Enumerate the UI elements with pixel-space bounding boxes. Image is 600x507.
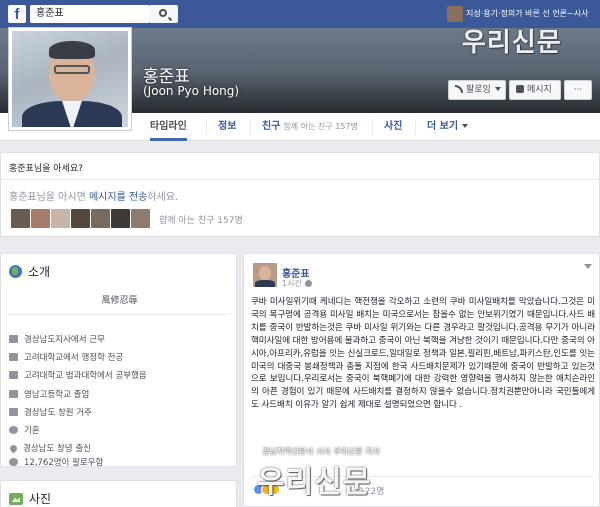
intro-item-high-school[interactable]: 영남고등학교 졸업 xyxy=(9,388,89,400)
know-text-prefix: 홍준표님을 아시면 xyxy=(9,192,89,203)
intro-item-lives-in[interactable]: 경상남도 창원 거주 xyxy=(9,406,92,418)
chevron-down-icon xyxy=(462,124,469,128)
profile-alternate-name: (Joon Pyo Hong) xyxy=(143,84,240,98)
home-icon xyxy=(9,408,18,416)
message-button[interactable]: 메시지 xyxy=(509,80,561,100)
public-globe-icon xyxy=(304,280,312,287)
intro-item-label: 경상남도지사에서 근무 xyxy=(24,335,105,345)
post-time: 1시간 xyxy=(282,279,302,288)
chevron-down-icon xyxy=(494,87,501,91)
location-pin-icon xyxy=(8,443,19,454)
intro-item-label: 고려대학교에서 행정학 전공 xyxy=(24,353,124,363)
intro-item-label: 고려대학교 법과대학에서 공부했음 xyxy=(24,371,147,381)
photo-icon xyxy=(9,493,23,505)
graduation-cap-icon xyxy=(9,390,18,398)
mutual-friend-avatar[interactable] xyxy=(31,209,50,228)
intro-item-label: 12,762명이 팔로우함 xyxy=(24,458,104,468)
avatar[interactable] xyxy=(253,263,277,287)
mutual-friend-avatar[interactable] xyxy=(51,209,70,228)
post-timestamp[interactable]: 1시간 xyxy=(282,278,312,289)
tab-about[interactable]: 정보 xyxy=(218,113,236,141)
intro-item-education[interactable]: 고려대학교에서 행정학 전공 xyxy=(9,351,123,363)
intro-item-label: 기혼 xyxy=(24,426,40,436)
tab-timeline[interactable]: 타임라인 xyxy=(150,113,187,141)
facebook-logo-icon[interactable]: f xyxy=(8,5,26,23)
intro-item-work[interactable]: 경상남도지사에서 근무 xyxy=(9,333,105,345)
graduation-cap-icon xyxy=(9,353,18,361)
mutual-friends-count: 함께 아는 친구 157명 xyxy=(283,122,358,131)
watermark-caption: 지성·용기·정의가 바른 선 언론~시사 xyxy=(466,9,589,18)
message-button-label: 메시지 xyxy=(527,85,552,95)
following-button[interactable]: 팔로잉 xyxy=(448,80,506,100)
tab-photos[interactable]: 사진 xyxy=(384,113,402,141)
mutual-friends-link[interactable]: 함께 아는 친구 157명 xyxy=(159,213,243,226)
tab-label: 정보 xyxy=(218,121,237,132)
post-text: 쿠바 미사일위기때 케네디는 핵전쟁을 각오하고 소련의 쿠바 미사일배치를 막… xyxy=(251,297,595,411)
globe-icon xyxy=(9,265,22,278)
mutual-friend-avatar[interactable] xyxy=(131,209,150,228)
send-message-link[interactable]: 메시지를 전송 xyxy=(89,192,147,203)
intro-card: 소개 風修忍辱 경상남도지사에서 근무 고려대학교에서 행정학 전공 고려대학교… xyxy=(0,253,237,468)
search-input[interactable]: 홍준표 xyxy=(30,5,150,23)
profile-picture[interactable] xyxy=(8,27,132,131)
watermark-logo: 우리신문 xyxy=(462,28,562,58)
post-options-chevron-icon[interactable] xyxy=(584,264,592,269)
intro-title: 소개 xyxy=(28,265,51,279)
know-text-suffix: 하세요. xyxy=(147,192,179,203)
tab-friends[interactable]: 친구 함께 아는 친구 157명 xyxy=(262,113,358,141)
do-you-know-card: 홍준표님을 아세요? 홍준표님을 아시면 메시지를 전송하세요. 함께 아는 친… xyxy=(0,152,600,237)
more-options-button[interactable]: ··· xyxy=(564,80,592,100)
heart-icon xyxy=(9,426,18,434)
intro-item-relationship: 기혼 xyxy=(9,424,40,436)
search-icon xyxy=(159,9,167,17)
mutual-friend-avatar[interactable] xyxy=(91,209,110,228)
search-button[interactable] xyxy=(150,5,178,23)
photos-heading[interactable]: 사진 xyxy=(9,490,51,507)
tab-label: 타임라인 xyxy=(150,121,187,132)
photos-title: 사진 xyxy=(29,492,52,506)
intro-item-hometown[interactable]: 경상남도 창녕 출신 xyxy=(8,442,91,454)
do-you-know-title: 홍준표님을 아세요? xyxy=(9,164,83,174)
do-you-know-text: 홍준표님을 아시면 메시지를 전송하세요. xyxy=(9,188,178,203)
followers-icon xyxy=(9,458,18,466)
tab-label: 사진 xyxy=(384,121,403,132)
graduation-cap-icon xyxy=(9,371,18,379)
mutual-friend-avatar[interactable] xyxy=(11,209,30,228)
mutual-friend-avatar[interactable] xyxy=(111,209,130,228)
following-button-label: 팔로잉 xyxy=(466,85,491,95)
tab-label: 더 보기 xyxy=(427,121,459,132)
intro-heading: 소개 xyxy=(9,263,50,280)
intro-item-label: 영남고등학교 졸업 xyxy=(24,390,90,400)
intro-item-label: 경상남도 창원 거주 xyxy=(24,408,92,418)
tab-more[interactable]: 더 보기 xyxy=(427,113,469,141)
intro-bio: 風修忍辱 xyxy=(101,296,138,306)
briefcase-icon xyxy=(9,335,18,343)
mutual-friend-avatar[interactable] xyxy=(71,209,90,228)
intro-item-education[interactable]: 고려대학교 법과대학에서 공부했음 xyxy=(9,369,147,381)
watermark-logo: 우리신문 xyxy=(257,465,372,500)
intro-item-label: 경상남도 창녕 출신 xyxy=(23,444,91,454)
avatar[interactable] xyxy=(447,6,463,22)
rss-icon xyxy=(455,85,463,93)
photos-card: 사진 xyxy=(0,480,237,507)
message-icon xyxy=(516,85,524,93)
tab-label: 친구 xyxy=(262,121,281,132)
intro-item-followers[interactable]: 12,762명이 팔로우함 xyxy=(9,456,103,468)
watermark-subtext: 경남지역신문사 시사 우리신문 지사 xyxy=(262,447,381,456)
